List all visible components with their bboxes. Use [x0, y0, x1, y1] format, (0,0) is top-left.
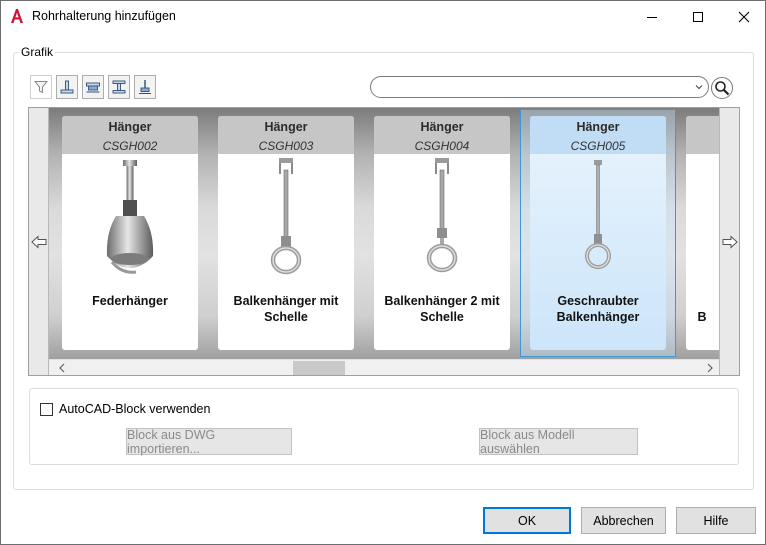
filter-support-button[interactable]	[56, 75, 78, 99]
filter-hanger-button[interactable]	[134, 75, 156, 99]
card-header: Hänger CSGH004	[374, 116, 510, 154]
close-icon	[738, 11, 750, 22]
card-code: CSGH004	[414, 139, 470, 153]
support-base-icon	[60, 80, 74, 94]
spring-hanger-image	[106, 160, 154, 274]
card-label: Balkenhänger mit Schelle	[233, 294, 339, 324]
card-code: CSGH002	[102, 139, 158, 153]
title-bar[interactable]: Rohrhalterung hinzufügen	[1, 1, 765, 32]
card-category: Hänger	[108, 120, 152, 134]
gallery-next-button[interactable]	[719, 108, 739, 375]
card-code: CSGH003	[258, 139, 314, 153]
card-strip: Hänger CSGH002 Federhänger Hänger CSGH00…	[49, 108, 719, 360]
window-title: Rohrhalterung hinzufügen	[32, 9, 176, 23]
search-icon	[715, 81, 730, 96]
card-label: Balkenhänger 2 mit Schelle	[384, 294, 500, 324]
arrow-right-icon	[722, 235, 738, 249]
maximize-button[interactable]	[675, 1, 721, 32]
component-card[interactable]: B	[686, 116, 719, 350]
search-combobox[interactable]	[370, 76, 709, 98]
bolted-beam-hanger-image	[585, 160, 611, 269]
maximize-icon	[693, 11, 703, 22]
close-button[interactable]	[721, 1, 766, 32]
card-category: Hänger	[264, 120, 308, 134]
card-category: Hänger	[420, 120, 464, 134]
scroll-right-button[interactable]	[701, 360, 718, 375]
component-card-selected[interactable]: Hänger CSGH005 Geschraubter Balkenhänger	[530, 116, 666, 350]
card-label: Federhänger	[92, 294, 168, 308]
filter-beam-button[interactable]	[108, 75, 130, 99]
minimize-icon	[647, 16, 657, 18]
autocad-logo-icon	[11, 9, 23, 23]
card-header: Hänger CSGH002	[62, 116, 198, 154]
chevron-right-icon	[707, 363, 713, 373]
minimize-button[interactable]	[629, 1, 675, 32]
chevron-left-icon	[58, 363, 64, 373]
card-header: Hänger CSGH005	[530, 116, 666, 154]
chevron-down-icon[interactable]	[694, 81, 704, 93]
use-block-label[interactable]: AutoCAD-Block verwenden	[59, 402, 210, 416]
component-gallery: Hänger CSGH002 Federhänger Hänger CSGH00…	[28, 107, 740, 376]
dialog-window: Rohrhalterung hinzufügen Grafik Hänger C…	[0, 0, 766, 545]
select-from-model-button[interactable]: Block aus Modell auswählen	[479, 428, 638, 456]
beam-hanger-2-clamp-image	[426, 158, 458, 273]
scrollbar-thumb[interactable]	[293, 361, 345, 375]
scroll-left-button[interactable]	[53, 360, 70, 375]
card-header: Hänger CSGH003	[218, 116, 354, 154]
card-label: B	[697, 310, 707, 324]
beam-hanger-clamp-image	[270, 158, 302, 275]
ok-button[interactable]: OK	[483, 507, 571, 534]
card-category: Hänger	[576, 120, 620, 134]
search-input[interactable]	[379, 80, 689, 94]
card-code: CSGH005	[570, 139, 626, 153]
horizontal-scrollbar[interactable]	[49, 359, 719, 375]
hanger-rod-icon	[139, 80, 151, 94]
import-dwg-button[interactable]: Block aus DWG importieren...	[126, 428, 292, 456]
search-button[interactable]	[711, 77, 733, 99]
component-card[interactable]: Hänger CSGH004 Balkenhänger 2 mit Schell…	[374, 116, 510, 350]
cancel-button[interactable]: Abbrechen	[581, 507, 666, 534]
filter-all-button[interactable]	[30, 75, 52, 99]
card-header	[686, 116, 719, 154]
arrow-left-icon	[30, 235, 46, 249]
help-button[interactable]: Hilfe	[676, 507, 756, 534]
card-label: Geschraubter Balkenhänger	[556, 294, 640, 324]
component-card[interactable]: Hänger CSGH002 Federhänger	[62, 116, 198, 350]
component-card[interactable]: Hänger CSGH003 Balkenhänger mit Schelle	[218, 116, 354, 350]
beam-clamp-icon	[86, 82, 100, 93]
use-block-checkbox[interactable]	[40, 403, 53, 416]
gallery-prev-button[interactable]	[29, 108, 49, 375]
i-beam-icon	[112, 80, 126, 94]
filter-clamp-button[interactable]	[82, 75, 104, 99]
funnel-icon	[33, 81, 49, 94]
grafik-legend: Grafik	[19, 45, 56, 59]
